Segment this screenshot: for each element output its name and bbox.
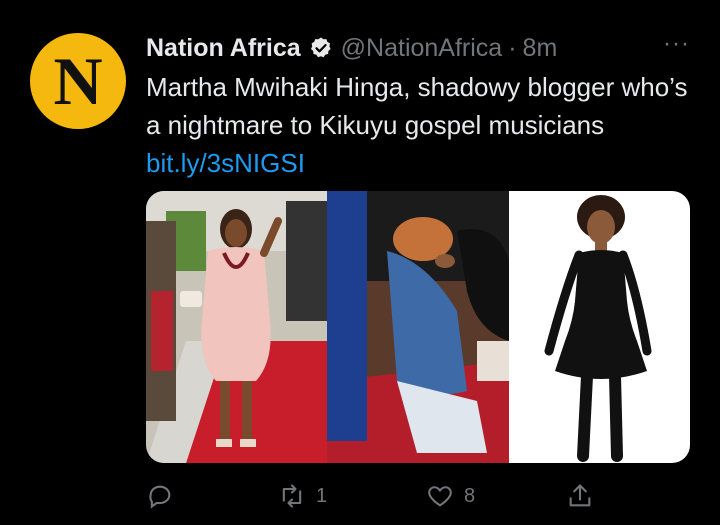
media-photo-3[interactable] [509,191,690,463]
verified-icon [310,37,331,58]
like-icon [428,486,452,507]
separator-dot: · [508,33,517,62]
media-photo-2[interactable] [327,191,509,463]
tweet-link[interactable]: bit.ly/3sNIGSI [146,148,305,178]
avatar-logo: N [53,43,103,119]
author-handle[interactable]: @NationAfrica [341,34,503,63]
timestamp[interactable]: 8m [523,34,558,63]
like-count: 8 [464,484,476,507]
retweet-button[interactable]: 1 [278,482,327,510]
tweet-body: Martha Mwihaki Hinga, shadowy blogger wh… [146,72,688,140]
tweet-header: Nation Africa @NationAfrica · 8m ··· [146,30,700,66]
tweet[interactable]: N Nation Africa @NationAfrica · 8m ··· M… [0,0,720,525]
tweet-text: Martha Mwihaki Hinga, shadowy blogger wh… [146,68,706,182]
share-button[interactable] [566,482,594,510]
retweet-icon [282,484,302,508]
reply-button[interactable] [146,482,174,510]
retweet-count: 1 [316,484,328,507]
avatar[interactable]: N [30,33,126,129]
more-options-icon[interactable]: ··· [663,30,690,58]
like-button[interactable]: 8 [426,482,475,510]
media-photo-1[interactable] [146,191,327,463]
author-name[interactable]: Nation Africa [146,34,301,63]
tweet-media[interactable] [146,191,690,463]
tweet-actions: 1 8 [146,478,706,514]
reply-icon [149,485,171,509]
share-icon [569,484,591,507]
